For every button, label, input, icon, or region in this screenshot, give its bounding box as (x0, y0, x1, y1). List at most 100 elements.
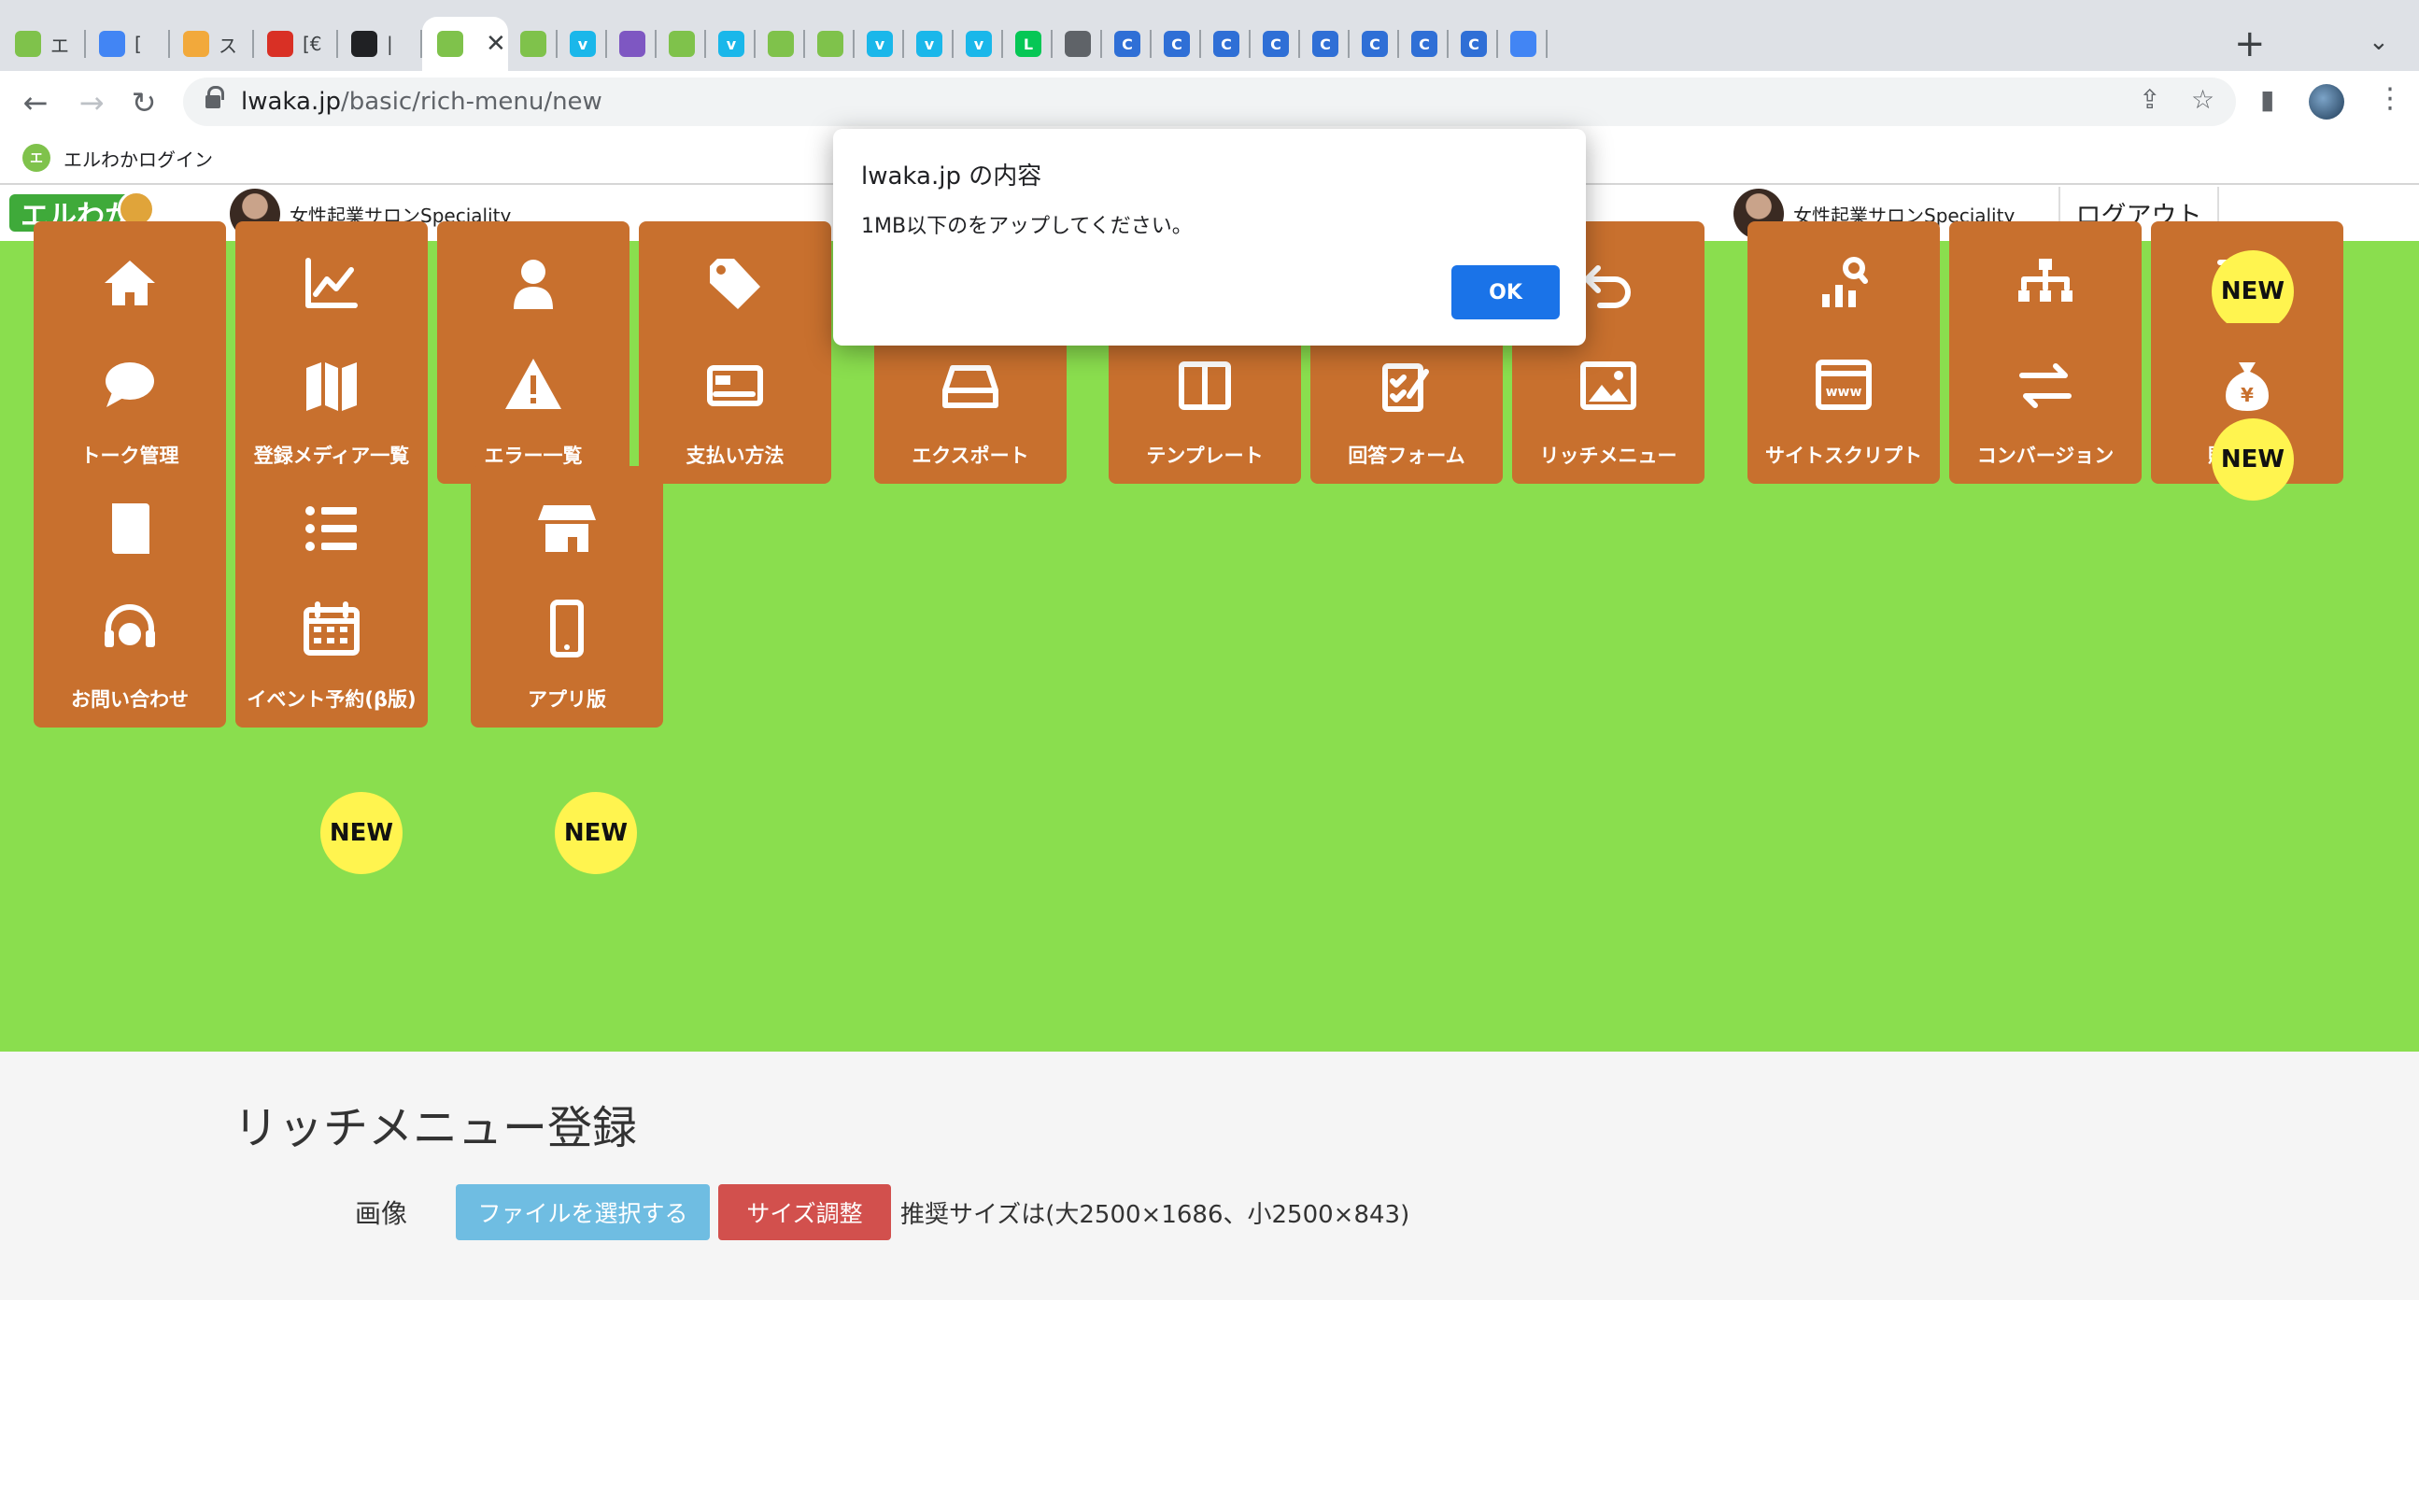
tab-search-chevron-icon[interactable]: ⌄ (2369, 28, 2389, 56)
tab-separator (605, 30, 607, 58)
browser-tab[interactable]: ✕ (422, 17, 508, 71)
browser-tab[interactable]: エ (806, 24, 855, 64)
browser-tab[interactable]: [€ (256, 24, 338, 64)
speech-bubble-icon (99, 355, 161, 417)
canva-icon: C (1164, 31, 1190, 57)
bookmark-lwaka-login[interactable]: エルわかログイン (64, 145, 213, 172)
choose-file-button[interactable]: ファイルを選択する (456, 1184, 710, 1240)
tab-separator (1150, 30, 1152, 58)
browser-tab[interactable]: 新 (1054, 24, 1102, 64)
svg-text:www: www (1826, 385, 1862, 400)
browser-tab[interactable]: | (340, 24, 422, 64)
browser-tab[interactable]: エ (509, 24, 558, 64)
tab-separator (754, 30, 756, 58)
browser-tab[interactable]: [ (88, 24, 170, 64)
resize-button[interactable]: サイズ調整 (718, 1184, 891, 1240)
profile-avatar[interactable] (2309, 84, 2344, 120)
home-icon (99, 253, 161, 315)
menu-tile-label: 支払い方法 (686, 445, 785, 467)
tab-separator (252, 30, 254, 58)
browser-tab[interactable]: C長 (1351, 24, 1399, 64)
tab-separator (1546, 30, 1548, 58)
browser-tab[interactable]: 写 (608, 24, 657, 64)
menu-tile[interactable]: お問い合わせ (34, 567, 226, 728)
menu-tile[interactable]: 登録メディア一覧 (235, 323, 428, 484)
menu-tile[interactable]: エラー一覧 (437, 323, 630, 484)
browser-tab[interactable]: ス (172, 24, 254, 64)
canva-icon: C (1362, 31, 1388, 57)
menu-tile-label: コンバージョン (1976, 445, 2115, 467)
menu-tile[interactable]: 支払い方法 (639, 323, 831, 484)
tab-separator (168, 30, 170, 58)
phone-icon (536, 599, 598, 660)
browser-tab[interactable]: vサ (905, 24, 954, 64)
menu-tile-label: テンプレート (1146, 445, 1264, 467)
browser-tab[interactable]: C長 (1153, 24, 1201, 64)
browser-tab[interactable]: C長 (1202, 24, 1251, 64)
browser-tab[interactable]: C長 (1450, 24, 1498, 64)
browser-tab[interactable]: vエ (856, 24, 904, 64)
vimeo-icon: v (718, 31, 744, 57)
browser-tab[interactable]: エ (4, 24, 86, 64)
docs-icon (99, 31, 125, 57)
browser-tab[interactable]: vエ (559, 24, 607, 64)
image-field-label: 画像 (355, 1198, 408, 1229)
browser-tabstrip: + ⌄ エ[ス[€|✕エvエ写エvエエエvエvサvエLL新CオC長C長C長C長C… (0, 0, 2419, 71)
menu-grid: ホーム友達数遷移友達リストタグ管理１：１チャットシナリオ一覧一斉送信自動返信UR… (0, 221, 2419, 1052)
tab-separator (1199, 30, 1201, 58)
calendar-icon (301, 599, 362, 660)
dialog-message: 1MB以下のをアップしてください。 (861, 215, 1193, 238)
browser-tab[interactable]: C長 (1252, 24, 1300, 64)
drive-icon (940, 355, 1001, 417)
menu-tile[interactable]: エクスポート (874, 323, 1067, 484)
photos-icon (619, 31, 645, 57)
reload-icon[interactable]: ↻ (123, 82, 164, 123)
browser-tab[interactable]: vエ (707, 24, 756, 64)
browser-tab[interactable]: エ (757, 24, 805, 64)
menu-tile[interactable]: コンバージョン (1949, 323, 2142, 484)
tab-separator (1496, 30, 1498, 58)
browser-menu-icon[interactable]: ⋮ (2376, 82, 2404, 115)
tab-separator (1348, 30, 1350, 58)
side-panel-icon[interactable]: ▮ (2260, 84, 2274, 115)
browser-tab[interactable]: vエ (955, 24, 1003, 64)
forward-icon[interactable]: → (71, 82, 112, 123)
menu-tile-label: 登録メディア一覧 (253, 445, 410, 467)
browser-tab[interactable]: Cオ (1103, 24, 1152, 64)
tag-icon (704, 253, 766, 315)
new-tab-button[interactable]: + (2234, 22, 2266, 65)
canva-icon: C (1213, 31, 1239, 57)
lwaka-icon (520, 31, 546, 57)
browser-tab[interactable]: C長 (1400, 24, 1449, 64)
chrome-icon (1065, 31, 1091, 57)
menu-tile[interactable]: 回答フォーム (1310, 323, 1503, 484)
reply-icon (1577, 253, 1639, 315)
tab-separator (556, 30, 558, 58)
close-tab-icon[interactable]: ✕ (486, 30, 506, 58)
bookmark-star-icon[interactable]: ☆ (2191, 84, 2214, 115)
dialog-title: lwaka.jp の内容 (861, 163, 1042, 191)
menu-tile[interactable]: トーク管理 (34, 323, 226, 484)
browser-tab[interactable]: C長 (1301, 24, 1350, 64)
headset-icon (99, 599, 161, 660)
back-icon[interactable]: ← (15, 82, 56, 123)
lock-icon (205, 86, 224, 110)
menu-tile[interactable]: アプリ版 (471, 567, 663, 728)
money-bag-icon: ¥ (2216, 355, 2278, 417)
menu-tile-label: お問い合わせ (71, 688, 189, 711)
menu-tile[interactable]: テンプレート (1109, 323, 1301, 484)
address-bar[interactable]: lwaka.jp/basic/rich-menu/new (183, 78, 2236, 126)
browser-tab[interactable]: 無 (1499, 24, 1548, 64)
vimeo-icon: v (966, 31, 992, 57)
menu-tile[interactable]: リッチメニュー (1512, 323, 1705, 484)
menu-tile[interactable]: イベント予約(β版) (235, 567, 428, 728)
new-badge: NEW (2212, 418, 2294, 501)
dialog-ok-button[interactable]: OK (1451, 265, 1560, 319)
browser-tab[interactable]: LL (1004, 24, 1053, 64)
menu-tile[interactable]: www サイトスクリプト (1747, 323, 1940, 484)
share-icon[interactable]: ⇪ (2139, 84, 2160, 115)
card-icon (704, 355, 766, 417)
canva-icon: C (1114, 31, 1140, 57)
browser-tab[interactable]: エ (658, 24, 706, 64)
vimeo-icon: v (867, 31, 893, 57)
